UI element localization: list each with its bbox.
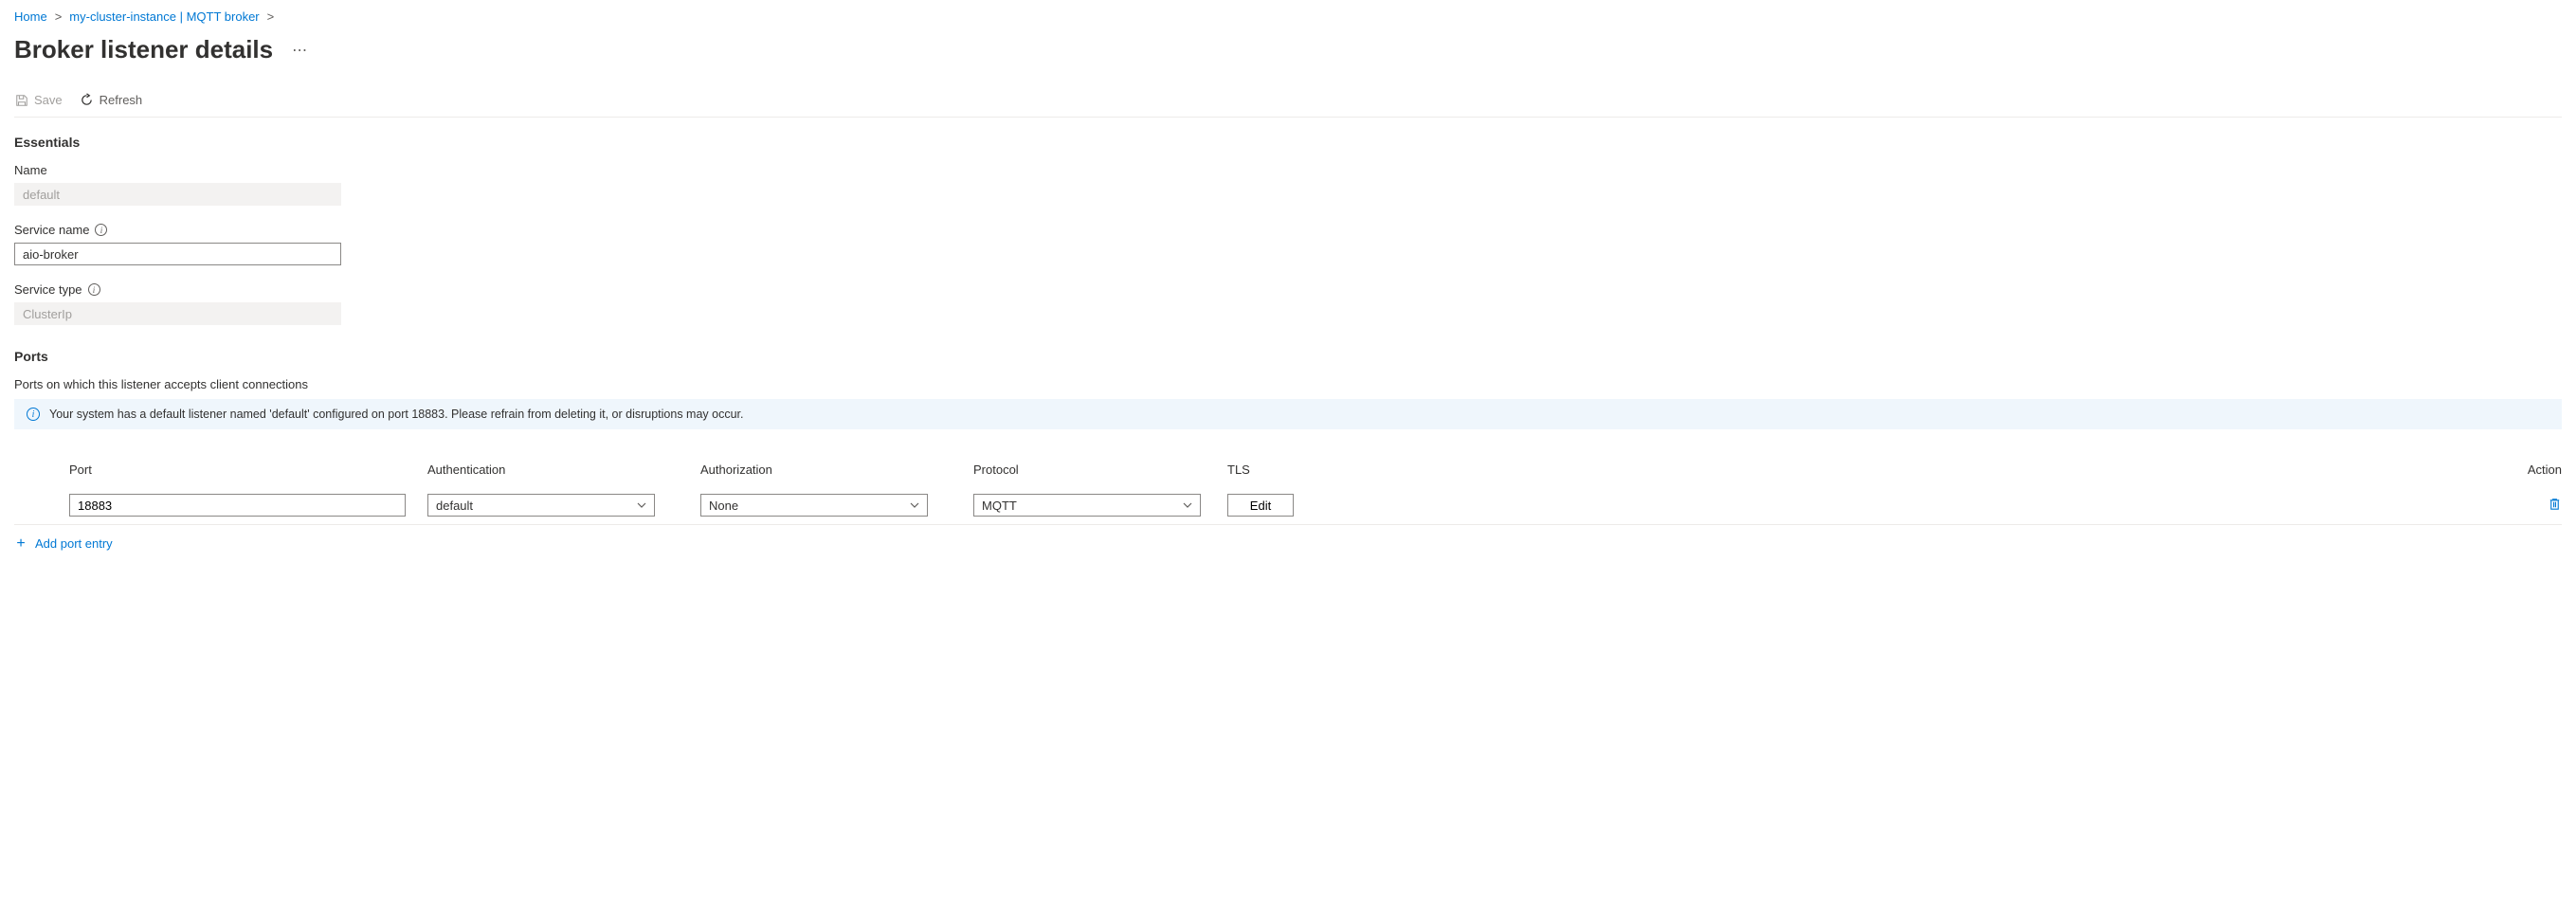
refresh-button-label: Refresh xyxy=(100,93,143,107)
service-name-input[interactable] xyxy=(14,243,341,265)
protocol-select[interactable]: MQTT xyxy=(973,494,1201,517)
ports-section: Ports Ports on which this listener accep… xyxy=(14,349,2562,562)
protocol-value: MQTT xyxy=(982,499,1017,513)
breadcrumb-home-link[interactable]: Home xyxy=(14,9,47,24)
essentials-title: Essentials xyxy=(14,135,2562,150)
page-title-row: Broker listener details ⋯ xyxy=(14,35,2562,64)
ports-title: Ports xyxy=(14,349,2562,364)
tls-edit-button[interactable]: Edit xyxy=(1227,494,1294,517)
authorization-value: None xyxy=(709,499,738,513)
refresh-icon xyxy=(80,93,94,107)
header-authentication: Authentication xyxy=(427,463,693,477)
header-action: Action xyxy=(1453,463,2562,477)
delete-icon[interactable] xyxy=(2548,499,2562,514)
info-banner: i Your system has a default listener nam… xyxy=(14,399,2562,429)
chevron-right-icon: > xyxy=(267,9,275,24)
header-port: Port xyxy=(69,463,420,477)
table-header: Port Authentication Authorization Protoc… xyxy=(14,453,2562,486)
chevron-down-icon xyxy=(910,500,919,510)
chevron-right-icon: > xyxy=(55,9,63,24)
service-name-label: Service name xyxy=(14,223,89,237)
table-row: default None MQTT xyxy=(14,486,2562,525)
add-port-label: Add port entry xyxy=(35,536,113,551)
service-name-field: Service name i xyxy=(14,223,2562,265)
save-button-label: Save xyxy=(34,93,63,107)
info-banner-text: Your system has a default listener named… xyxy=(49,408,744,421)
page-title: Broker listener details xyxy=(14,35,273,64)
breadcrumb-cluster-link[interactable]: my-cluster-instance | MQTT broker xyxy=(69,9,259,24)
authentication-select[interactable]: default xyxy=(427,494,655,517)
name-label: Name xyxy=(14,163,2562,177)
header-protocol: Protocol xyxy=(973,463,1220,477)
save-icon xyxy=(14,93,28,107)
toolbar: Save Refresh xyxy=(14,93,2562,118)
chevron-down-icon xyxy=(637,500,646,510)
info-icon: i xyxy=(27,408,40,421)
name-input xyxy=(14,183,341,206)
refresh-button[interactable]: Refresh xyxy=(80,93,143,107)
name-field: Name xyxy=(14,163,2562,206)
service-type-label: Service type xyxy=(14,282,82,297)
authentication-value: default xyxy=(436,499,473,513)
chevron-down-icon xyxy=(1183,500,1192,510)
info-icon[interactable]: i xyxy=(88,283,100,296)
ports-table: Port Authentication Authorization Protoc… xyxy=(14,453,2562,562)
service-type-input xyxy=(14,302,341,325)
ports-subtitle: Ports on which this listener accepts cli… xyxy=(14,377,2562,391)
info-icon[interactable]: i xyxy=(95,224,107,236)
plus-icon: + xyxy=(14,537,27,551)
save-button[interactable]: Save xyxy=(14,93,63,107)
authorization-select[interactable]: None xyxy=(700,494,928,517)
port-input[interactable] xyxy=(69,494,406,517)
breadcrumb: Home > my-cluster-instance | MQTT broker… xyxy=(14,9,2562,24)
service-type-field: Service type i xyxy=(14,282,2562,325)
header-authorization: Authorization xyxy=(700,463,966,477)
header-tls: TLS xyxy=(1227,463,1445,477)
more-actions-button[interactable]: ⋯ xyxy=(292,41,308,60)
essentials-section: Essentials Name Service name i Service t… xyxy=(14,135,2562,325)
add-port-button[interactable]: + Add port entry xyxy=(14,525,2562,562)
